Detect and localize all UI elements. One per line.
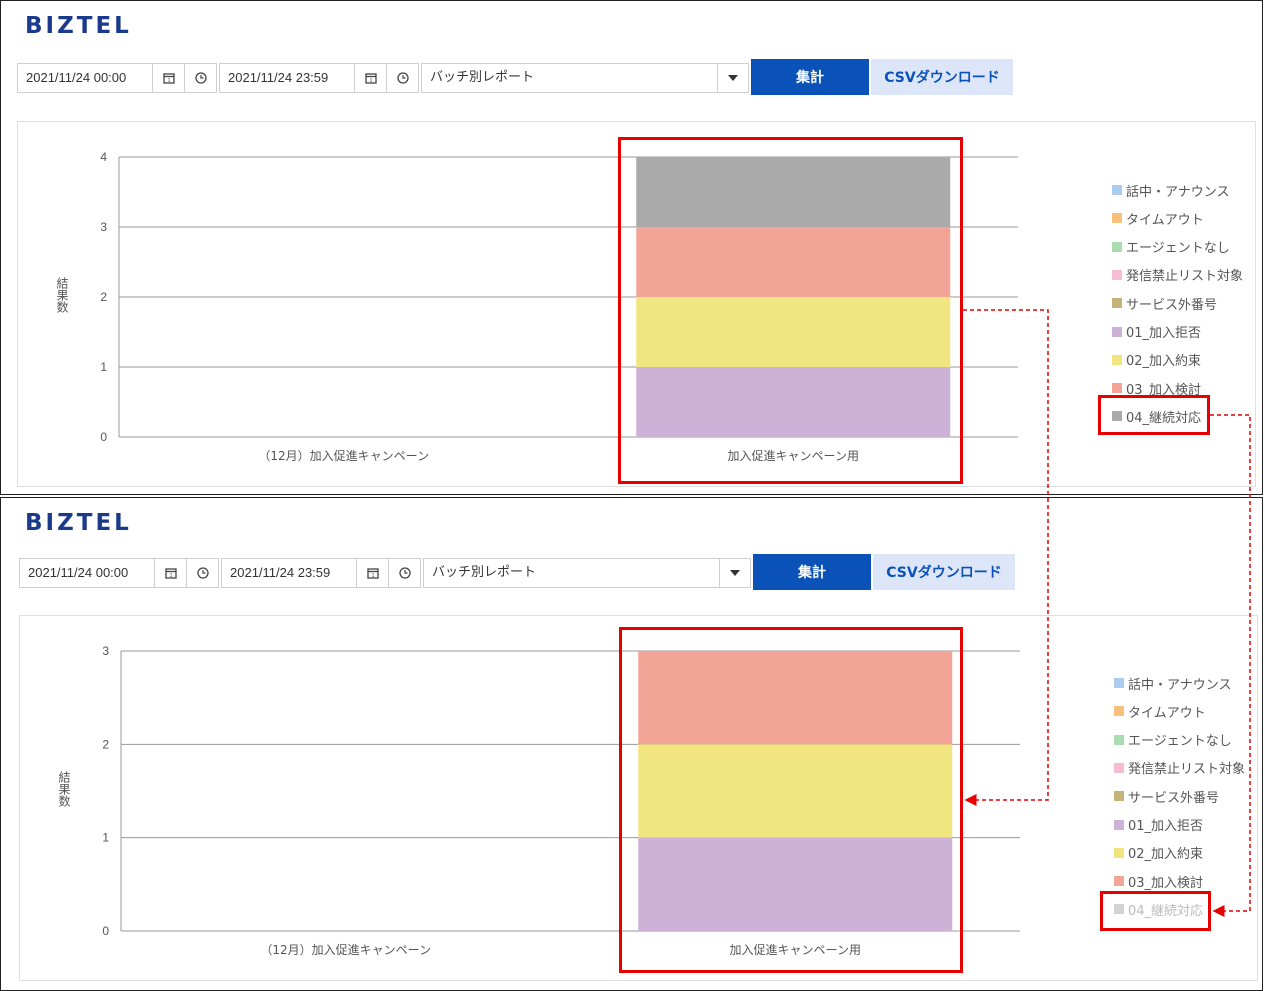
end-datetime-field[interactable]: 2021/11/24 23:59 1 (219, 63, 419, 93)
legend-label: 話中・アナウンス (1128, 677, 1232, 693)
legend-label: エージェントなし (1126, 241, 1230, 257)
legend-label: 01_加入拒否 (1126, 326, 1202, 341)
report-type-value: バッチ別レポート (430, 70, 535, 85)
legend-label: 03_加入検討 (1128, 875, 1204, 891)
biztel-logo: BIZTEL (25, 510, 132, 536)
legend-label: タイムアウト (1128, 705, 1206, 721)
highlight-box-bar-after (619, 627, 963, 973)
legend-label: 発信禁止リスト対象 (1128, 762, 1246, 778)
calendar-icon[interactable]: 1 (152, 64, 185, 92)
chevron-down-icon[interactable] (717, 64, 748, 92)
legend-item[interactable]: 01_加入拒否 (1114, 815, 1203, 835)
legend-swatch (1112, 269, 1122, 280)
clock-icon[interactable] (186, 559, 219, 587)
legend-swatch (1114, 762, 1124, 773)
report-type-select[interactable]: バッチ別レポート (421, 63, 749, 93)
legend-item[interactable]: サービス外番号 (1112, 293, 1217, 313)
legend-swatch (1112, 326, 1122, 337)
y-tick-label: 0 (102, 924, 109, 938)
legend-item[interactable]: サービス外番号 (1114, 786, 1219, 806)
highlight-box-legend-after (1100, 891, 1211, 931)
y-tick-label: 2 (100, 290, 107, 304)
y-tick-label: 3 (102, 644, 109, 658)
clock-icon[interactable] (388, 559, 421, 587)
end-datetime-value: 2021/11/24 23:59 (230, 565, 331, 580)
end-datetime-value: 2021/11/24 23:59 (228, 70, 329, 85)
start-datetime-field[interactable]: 2021/11/24 00:00 1 (19, 558, 219, 588)
legend-item[interactable]: 02_加入約束 (1114, 843, 1203, 863)
legend-label: エージェントなし (1128, 734, 1232, 750)
x-category-label: （12月）加入促進キャンペーン (258, 449, 429, 463)
legend-item[interactable]: 発信禁止リスト対象 (1112, 265, 1243, 285)
clock-icon[interactable] (386, 64, 419, 92)
legend-label: 発信禁止リスト対象 (1126, 269, 1244, 285)
legend-swatch (1114, 678, 1124, 688)
legend-label: タイムアウト (1126, 212, 1204, 228)
csv-download-button[interactable]: CSVダウンロード (871, 59, 1013, 95)
legend-item[interactable]: 話中・アナウンス (1114, 673, 1231, 693)
legend-label: 02_加入約束 (1126, 354, 1202, 370)
y-tick-label: 1 (100, 360, 107, 374)
legend-swatch (1112, 241, 1122, 252)
legend-item[interactable]: 発信禁止リスト対象 (1114, 758, 1245, 778)
clock-icon[interactable] (184, 64, 217, 92)
svg-text:1: 1 (170, 573, 173, 579)
legend-swatch (1114, 706, 1124, 717)
report-type-value: バッチ別レポート (432, 565, 537, 580)
legend-item[interactable]: 話中・アナウンス (1112, 180, 1229, 200)
legend-item[interactable]: エージェントなし (1112, 237, 1230, 257)
legend-swatch (1114, 819, 1124, 830)
csv-download-button[interactable]: CSVダウンロード (873, 554, 1015, 590)
start-datetime-value: 2021/11/24 00:00 (26, 70, 127, 85)
chevron-down-icon[interactable] (719, 559, 750, 587)
svg-text:1: 1 (168, 78, 171, 84)
legend-swatch (1114, 734, 1124, 745)
legend-item[interactable]: 03_加入検討 (1114, 871, 1203, 891)
legend-swatch (1114, 791, 1124, 802)
aggregate-button[interactable]: 集計 (753, 554, 871, 590)
highlight-box-legend-before (1098, 395, 1210, 435)
highlight-box-bar-before (618, 137, 963, 484)
legend-swatch (1112, 213, 1122, 224)
biztel-logo: BIZTEL (25, 13, 132, 39)
legend-item[interactable]: 02_加入約束 (1112, 350, 1201, 370)
start-datetime-field[interactable]: 2021/11/24 00:00 1 (17, 63, 217, 93)
y-tick-label: 0 (100, 430, 107, 444)
aggregate-button[interactable]: 集計 (751, 59, 869, 95)
calendar-icon[interactable]: 1 (354, 64, 387, 92)
y-tick-label: 2 (102, 737, 109, 751)
start-datetime-value: 2021/11/24 00:00 (28, 565, 129, 580)
legend-label: 01_加入拒否 (1128, 819, 1204, 834)
legend-swatch (1112, 298, 1122, 309)
legend-item[interactable]: 01_加入拒否 (1112, 322, 1201, 342)
legend-swatch (1114, 847, 1124, 858)
legend-item[interactable]: タイムアウト (1112, 208, 1204, 228)
legend-swatch (1112, 383, 1122, 394)
y-tick-label: 1 (102, 831, 109, 845)
end-datetime-field[interactable]: 2021/11/24 23:59 1 (221, 558, 421, 588)
y-tick-label: 3 (100, 220, 107, 234)
legend-label: サービス外番号 (1128, 790, 1220, 806)
legend-item[interactable]: エージェントなし (1114, 730, 1232, 750)
legend-swatch (1112, 185, 1122, 195)
legend-label: 話中・アナウンス (1126, 184, 1230, 200)
legend-label: 02_加入約束 (1128, 847, 1204, 863)
y-tick-label: 4 (100, 150, 107, 164)
legend-item[interactable]: タイムアウト (1114, 701, 1206, 721)
svg-text:1: 1 (370, 78, 373, 84)
svg-text:1: 1 (372, 573, 375, 579)
calendar-icon[interactable]: 1 (154, 559, 187, 587)
calendar-icon[interactable]: 1 (356, 559, 389, 587)
x-category-label: （12月）加入促進キャンペーン (260, 943, 431, 957)
legend-swatch (1114, 876, 1124, 887)
report-type-select[interactable]: バッチ別レポート (423, 558, 751, 588)
legend-swatch (1112, 354, 1122, 365)
legend-label: サービス外番号 (1126, 297, 1218, 313)
